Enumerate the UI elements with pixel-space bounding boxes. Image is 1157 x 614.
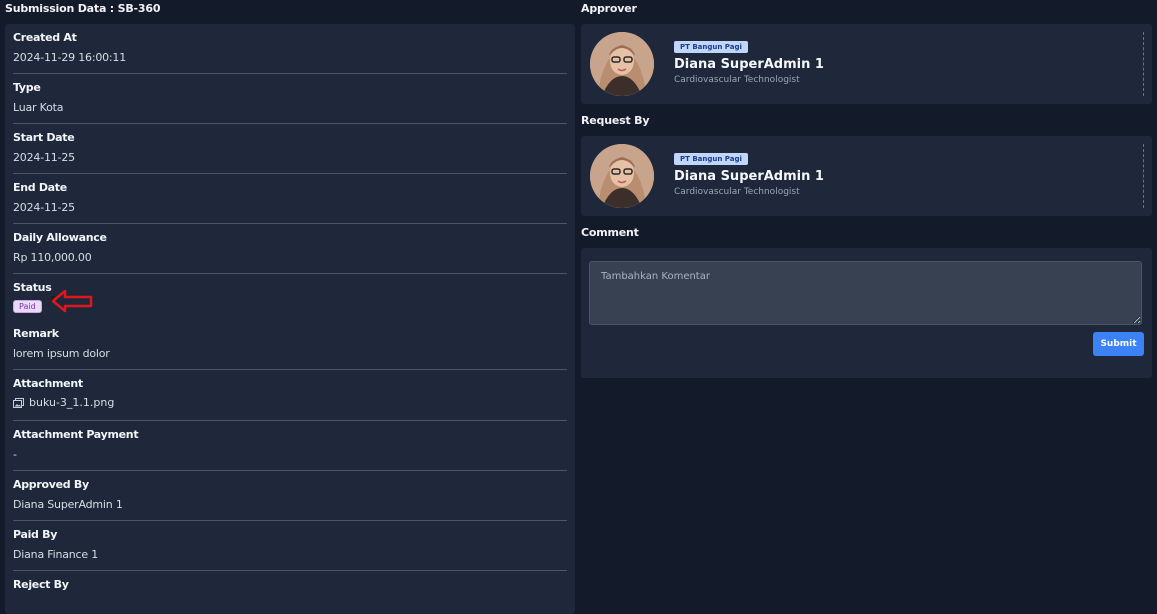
field-start-date: Start Date 2024-11-25 [13, 131, 567, 174]
approver-role: Cardiovascular Technologist [674, 75, 800, 85]
field-label: Created At [13, 31, 77, 44]
request-by-role: Cardiovascular Technologist [674, 187, 800, 197]
request-by-section-title: Request By [581, 114, 650, 127]
field-end-date: End Date 2024-11-25 [13, 181, 567, 224]
field-value: Diana SuperAdmin 1 [13, 498, 123, 511]
field-value: Rp 110,000.00 [13, 251, 92, 264]
field-remark: Remark lorem ipsum dolor [13, 327, 567, 370]
image-file-icon [13, 397, 24, 408]
red-arrow-annotation-icon [51, 290, 93, 313]
dashed-divider [1143, 32, 1144, 96]
field-attachment: Attachment buku-3_1.1.png [13, 377, 567, 421]
field-label: Status [13, 281, 52, 294]
attachment-filename[interactable]: buku-3_1.1.png [29, 396, 114, 409]
field-label: Reject By [13, 578, 69, 591]
field-type: Type Luar Kota [13, 81, 567, 124]
request-by-card: PT Bangun Pagi Diana SuperAdmin 1 Cardio… [581, 136, 1152, 216]
field-label: Daily Allowance [13, 231, 107, 244]
company-badge: PT Bangun Pagi [674, 41, 748, 53]
request-by-name: Diana SuperAdmin 1 [674, 169, 824, 184]
comment-panel: Submit [581, 248, 1152, 378]
field-paid-by: Paid By Diana Finance 1 [13, 528, 567, 571]
field-label: Approved By [13, 478, 89, 491]
comment-input[interactable] [589, 261, 1142, 325]
field-value: Luar Kota [13, 101, 64, 114]
submission-section-title: Submission Data : SB-360 [5, 2, 161, 15]
status-badge: Paid [13, 300, 42, 313]
field-label: Attachment [13, 377, 83, 390]
submit-button[interactable]: Submit [1093, 332, 1144, 356]
comment-section-title: Comment [581, 226, 639, 239]
field-label: Attachment Payment [13, 428, 139, 441]
field-value: lorem ipsum dolor [13, 347, 110, 360]
approver-name: Diana SuperAdmin 1 [674, 57, 824, 72]
approver-section-title: Approver [581, 2, 637, 15]
submission-details-panel: Created At 2024-11-29 16:00:11 Type Luar… [5, 24, 575, 614]
request-by-avatar [590, 144, 654, 208]
field-label: Remark [13, 327, 59, 340]
field-label: Type [13, 81, 41, 94]
field-status: Status Paid [13, 281, 567, 317]
field-value: 2024-11-25 [13, 201, 75, 214]
field-value: 2024-11-29 16:00:11 [13, 51, 127, 64]
field-label: End Date [13, 181, 67, 194]
attachment-link[interactable]: buku-3_1.1.png [13, 396, 567, 409]
person-avatar-icon [590, 32, 654, 96]
person-avatar-icon [590, 144, 654, 208]
field-daily-allowance: Daily Allowance Rp 110,000.00 [13, 231, 567, 274]
field-label: Start Date [13, 131, 75, 144]
company-badge: PT Bangun Pagi [674, 153, 748, 165]
field-value: Diana Finance 1 [13, 548, 99, 561]
approver-card: PT Bangun Pagi Diana SuperAdmin 1 Cardio… [581, 24, 1152, 104]
field-created-at: Created At 2024-11-29 16:00:11 [13, 31, 567, 74]
field-label: Paid By [13, 528, 58, 541]
field-reject-by: Reject By [13, 578, 567, 608]
field-value: - [13, 448, 17, 461]
field-attachment-payment: Attachment Payment - [13, 428, 567, 471]
approver-avatar [590, 32, 654, 96]
field-value: 2024-11-25 [13, 151, 75, 164]
field-approved-by: Approved By Diana SuperAdmin 1 [13, 478, 567, 521]
dashed-divider [1143, 144, 1144, 208]
